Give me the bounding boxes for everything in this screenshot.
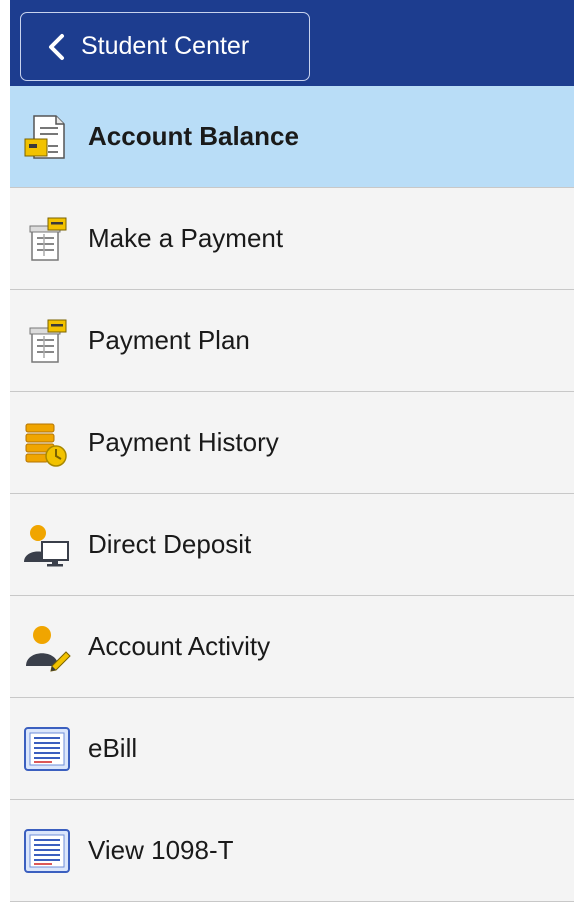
back-button-label: Student Center — [81, 32, 250, 60]
nav-item-label: Make a Payment — [88, 223, 284, 253]
payment-history-icon — [22, 418, 72, 468]
nav-item-label: Account Balance — [88, 121, 299, 151]
view-1098t-icon — [22, 826, 72, 876]
direct-deposit-icon — [22, 520, 72, 570]
payment-plan-icon — [22, 316, 72, 366]
nav-item-payment-history[interactable]: Payment History — [10, 392, 574, 494]
nav-item-account-activity[interactable]: Account Activity — [10, 596, 574, 698]
nav-item-make-a-payment[interactable]: Make a Payment — [10, 188, 574, 290]
nav-item-label: Account Activity — [88, 631, 271, 661]
nav-item-label: eBill — [88, 733, 138, 763]
make-payment-icon — [22, 214, 72, 264]
nav-item-label: Payment History — [88, 427, 279, 457]
nav-item-direct-deposit[interactable]: Direct Deposit — [10, 494, 574, 596]
ebill-icon — [22, 724, 72, 774]
chevron-left-icon — [49, 33, 64, 60]
account-balance-icon — [22, 112, 72, 162]
nav-item-payment-plan[interactable]: Payment Plan — [10, 290, 574, 392]
back-to-student-center-button[interactable]: Student Center — [20, 12, 310, 81]
nav-item-account-balance[interactable]: Account Balance — [10, 86, 574, 188]
finance-nav-list: Account Balance Make a Payment Payment P… — [10, 86, 574, 902]
header-bar: Student Center — [10, 0, 574, 86]
nav-item-label: View 1098-T — [88, 835, 234, 865]
account-activity-icon — [22, 622, 72, 672]
nav-item-label: Payment Plan — [88, 325, 250, 355]
nav-item-ebill[interactable]: eBill — [10, 698, 574, 800]
nav-item-view-1098t[interactable]: View 1098-T — [10, 800, 574, 902]
nav-item-label: Direct Deposit — [88, 529, 252, 559]
